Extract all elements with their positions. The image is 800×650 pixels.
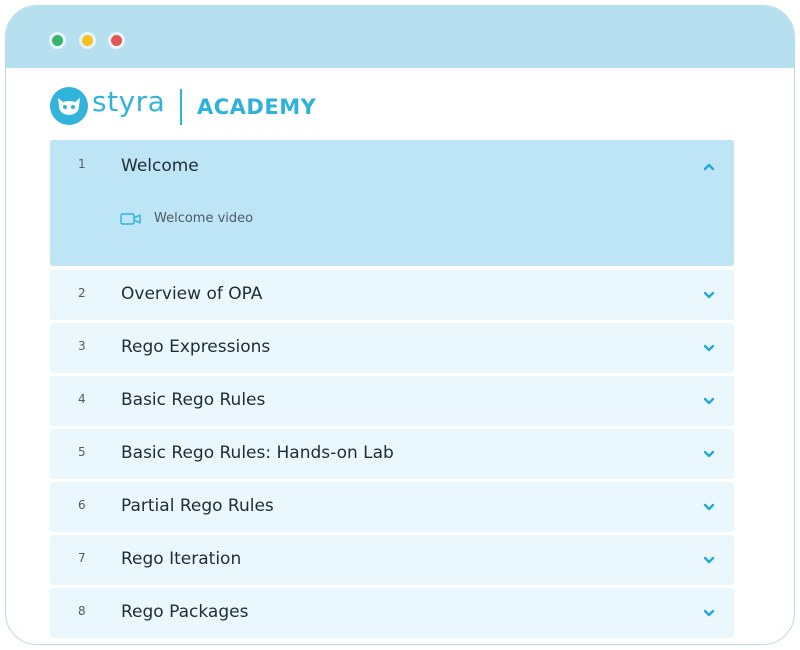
module-overview-of-opa[interactable]: 2 Overview of OPA	[50, 270, 734, 320]
chevron-down-icon[interactable]	[702, 553, 716, 567]
module-basic-rego-rules-lab[interactable]: 5 Basic Rego Rules: Hands-on Lab	[50, 429, 734, 479]
chevron-up-icon[interactable]	[702, 160, 716, 174]
logo-divider	[180, 89, 182, 125]
chevron-down-icon[interactable]	[702, 288, 716, 302]
chevron-down-icon[interactable]	[702, 500, 716, 514]
site-header: styra ACADEMY	[50, 85, 450, 126]
lesson-label[interactable]: Welcome video	[154, 211, 253, 226]
module-basic-rego-rules[interactable]: 4 Basic Rego Rules	[50, 376, 734, 426]
brand-name[interactable]: styra	[92, 85, 165, 118]
window-control-green[interactable]	[49, 32, 66, 49]
section-title[interactable]: ACADEMY	[197, 95, 316, 119]
module-partial-rego-rules[interactable]: 6 Partial Rego Rules	[50, 482, 734, 532]
module-number: 3	[78, 339, 86, 353]
module-title[interactable]: Overview of OPA	[121, 284, 262, 304]
module-title[interactable]: Rego Expressions	[121, 337, 270, 357]
window-control-yellow[interactable]	[79, 32, 96, 49]
styra-logo-icon[interactable]	[50, 87, 88, 125]
module-title[interactable]: Welcome	[121, 156, 199, 176]
chevron-down-icon[interactable]	[702, 606, 716, 620]
module-welcome[interactable]: 1 Welcome Welcome video	[50, 140, 734, 266]
module-rego-packages[interactable]: 8 Rego Packages	[50, 588, 734, 638]
module-number: 8	[78, 604, 86, 618]
module-number: 5	[78, 445, 86, 459]
module-title[interactable]: Basic Rego Rules: Hands-on Lab	[121, 443, 394, 463]
module-number: 1	[78, 157, 86, 171]
module-rego-iteration[interactable]: 7 Rego Iteration	[50, 535, 734, 585]
module-number: 7	[78, 551, 86, 565]
module-title[interactable]: Rego Packages	[121, 602, 248, 622]
title-bar	[6, 6, 794, 68]
module-number: 2	[78, 286, 86, 300]
module-title[interactable]: Partial Rego Rules	[121, 496, 274, 516]
module-title[interactable]: Rego Iteration	[121, 549, 241, 569]
course-module-list: 1 Welcome Welcome video 2 Overview of OP…	[50, 140, 734, 641]
chevron-down-icon[interactable]	[702, 341, 716, 355]
chevron-down-icon[interactable]	[702, 394, 716, 408]
module-title[interactable]: Basic Rego Rules	[121, 390, 265, 410]
chevron-down-icon[interactable]	[702, 447, 716, 461]
module-number: 6	[78, 498, 86, 512]
module-rego-expressions[interactable]: 3 Rego Expressions	[50, 323, 734, 373]
module-number: 4	[78, 392, 86, 406]
window-control-red[interactable]	[108, 32, 125, 49]
video-camera-icon	[120, 213, 141, 225]
lesson-item[interactable]: Welcome video	[120, 210, 420, 230]
